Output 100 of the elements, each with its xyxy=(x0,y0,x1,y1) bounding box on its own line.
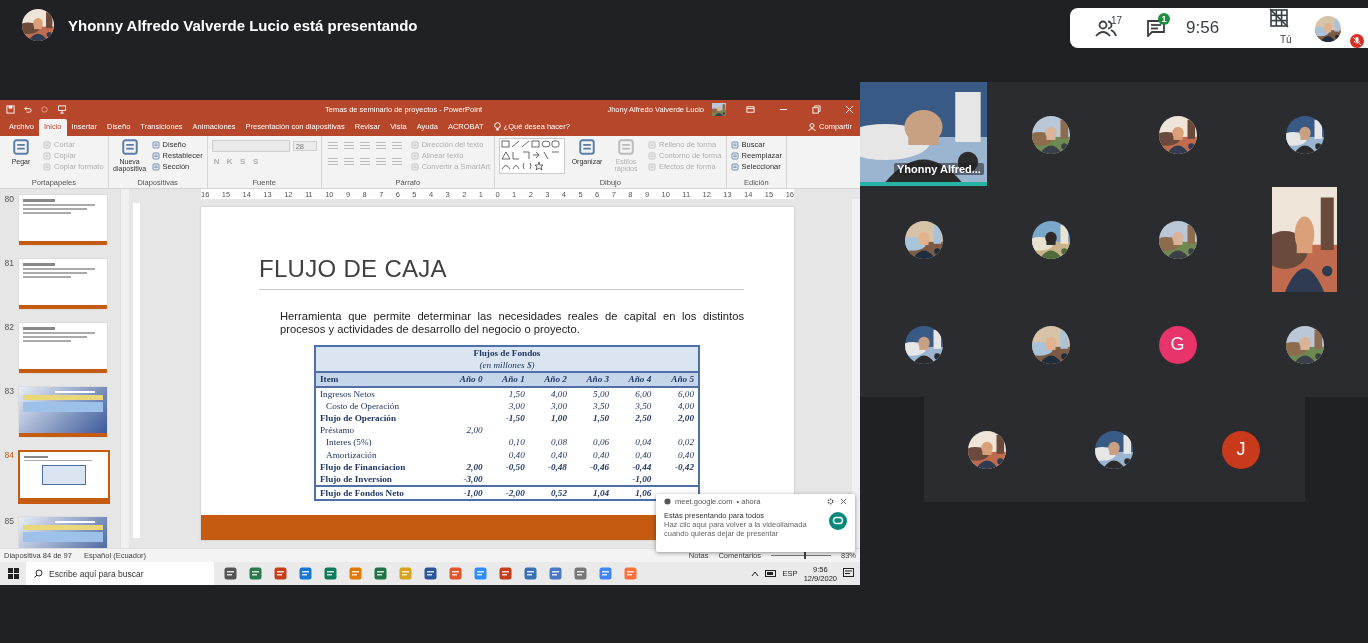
table-cell: -3,00 xyxy=(444,472,487,487)
table-cell-text: 3,50 xyxy=(592,399,611,412)
app-icon[interactable] xyxy=(573,567,587,580)
table-cell-text: 0,40 xyxy=(592,448,611,461)
table-cell-text: 0,04 xyxy=(634,436,653,449)
document-icon xyxy=(12,138,30,156)
document-icon xyxy=(410,140,419,149)
app-icon[interactable] xyxy=(598,567,612,580)
app-icon[interactable] xyxy=(248,567,262,580)
close-icon[interactable] xyxy=(840,498,847,505)
table-cell: 0,52 xyxy=(528,486,571,501)
windows-start-icon[interactable] xyxy=(7,568,19,579)
column-header: Año 4 xyxy=(613,372,656,387)
table-cell-text: 3,50 xyxy=(634,399,653,412)
document-icon xyxy=(43,162,51,171)
table-cell: -0,42 xyxy=(655,460,699,473)
document-icon xyxy=(617,138,635,156)
table-cell: Costo de Operación xyxy=(315,399,445,412)
app-icon[interactable] xyxy=(448,567,462,580)
table-cell-text: 2,00 xyxy=(465,424,484,437)
scrollbar[interactable] xyxy=(120,189,129,548)
slide-number: 85 xyxy=(3,516,14,528)
document-icon xyxy=(43,140,51,149)
chevron-up-icon[interactable] xyxy=(750,570,759,577)
font-name-field[interactable] xyxy=(211,140,290,152)
app-icon[interactable] xyxy=(273,567,287,580)
table-cell-text: -0,46 xyxy=(589,460,611,473)
table-cell: 4,00 xyxy=(528,386,571,400)
avatar: J xyxy=(1222,430,1260,469)
meeting-time: 9:56 xyxy=(1186,18,1221,38)
table-cell: 1,06 xyxy=(613,486,656,501)
slide-number: 80 xyxy=(3,194,14,206)
table-cell: -1,00 xyxy=(613,472,656,487)
table-title: Flujos de Fondos xyxy=(315,346,699,360)
table-cell-text: 1,50 xyxy=(592,412,611,425)
table-cell: -2,00 xyxy=(486,486,529,501)
participant-count: 17 xyxy=(1111,15,1123,26)
table-cell-text: 0,40 xyxy=(507,448,526,461)
document-icon xyxy=(151,162,160,171)
chat-badge: 1 xyxy=(1158,13,1170,25)
table-cell: 1,50 xyxy=(486,386,529,400)
restore-icon[interactable] xyxy=(812,104,821,114)
table-cell-text: -1,50 xyxy=(504,412,526,425)
table-cell-text: 1,00 xyxy=(549,412,568,425)
slide-number: 83 xyxy=(3,386,14,398)
slide-number: 84 xyxy=(3,450,14,462)
app-icon[interactable] xyxy=(473,567,487,580)
table-cell-text: 0,06 xyxy=(592,436,611,449)
app-icon[interactable] xyxy=(223,567,237,580)
ribbon-display-icon[interactable] xyxy=(746,104,755,114)
person-icon xyxy=(808,122,817,131)
table-cell-text: 2,00 xyxy=(465,460,484,473)
app-icon[interactable] xyxy=(523,567,537,580)
participant-name: Yhonny Alfred... xyxy=(894,163,984,175)
app-icon[interactable] xyxy=(498,567,512,580)
table-cell: Flujo de Inversion xyxy=(315,472,445,487)
avatar: G xyxy=(1158,325,1197,364)
document-icon xyxy=(410,162,419,171)
document-icon xyxy=(578,138,596,156)
app-icon[interactable] xyxy=(298,567,312,580)
app-icon[interactable] xyxy=(423,567,437,580)
battery-icon[interactable] xyxy=(764,570,777,577)
table-cell: Amortización xyxy=(315,448,445,461)
table-cell: 1,04 xyxy=(570,486,614,501)
document-icon xyxy=(410,151,419,160)
table-cell-text: 0,40 xyxy=(549,448,568,461)
grid-off-icon[interactable] xyxy=(1269,8,1289,28)
app-icon[interactable] xyxy=(323,567,337,580)
presenter-screen-icon[interactable] xyxy=(57,104,67,114)
slide-thumbnail[interactable] xyxy=(18,450,110,504)
search-icon xyxy=(34,569,43,578)
document-icon xyxy=(120,138,139,156)
scrollbar[interactable] xyxy=(852,199,860,548)
presenter-label: Yhonny Alfredo Valverde Lucio está presentando xyxy=(68,16,418,34)
column-header: Año 1 xyxy=(486,372,529,387)
document-icon xyxy=(151,151,160,160)
slide-text: Herramienta que permite determinar las necesidades reales de capital en los distintos procesos y actividades de desarrollo del negocio o proyecto. xyxy=(280,310,744,336)
table-cell: 5,00 xyxy=(570,386,614,400)
notification-center-icon[interactable] xyxy=(843,568,854,579)
table-cell-text: 0,10 xyxy=(507,436,526,449)
table-cell-text: 3,00 xyxy=(549,399,568,412)
column-header: Año 0 xyxy=(444,372,487,387)
document-icon xyxy=(730,140,739,149)
document-icon xyxy=(648,140,656,149)
table-cell-text: 3,00 xyxy=(507,399,526,412)
slide-number: 82 xyxy=(3,322,14,334)
column-header: Año 3 xyxy=(570,372,614,387)
slide-number: 81 xyxy=(3,258,14,270)
table-cell: 2,00 xyxy=(655,411,699,425)
search-field[interactable]: Escribe aquí para buscar xyxy=(26,562,214,585)
app-icon[interactable] xyxy=(548,567,562,580)
document-icon xyxy=(730,162,739,171)
table-cell-text: 0,40 xyxy=(634,448,653,461)
save-icon[interactable] xyxy=(6,104,15,114)
shapes-gallery-icon[interactable] xyxy=(499,138,565,174)
table-cell: 4,00 xyxy=(655,399,699,412)
app-icon[interactable] xyxy=(373,567,387,580)
document-icon xyxy=(730,151,739,160)
table-cell: Préstamo xyxy=(315,424,445,437)
undo-icon[interactable] xyxy=(23,104,32,114)
